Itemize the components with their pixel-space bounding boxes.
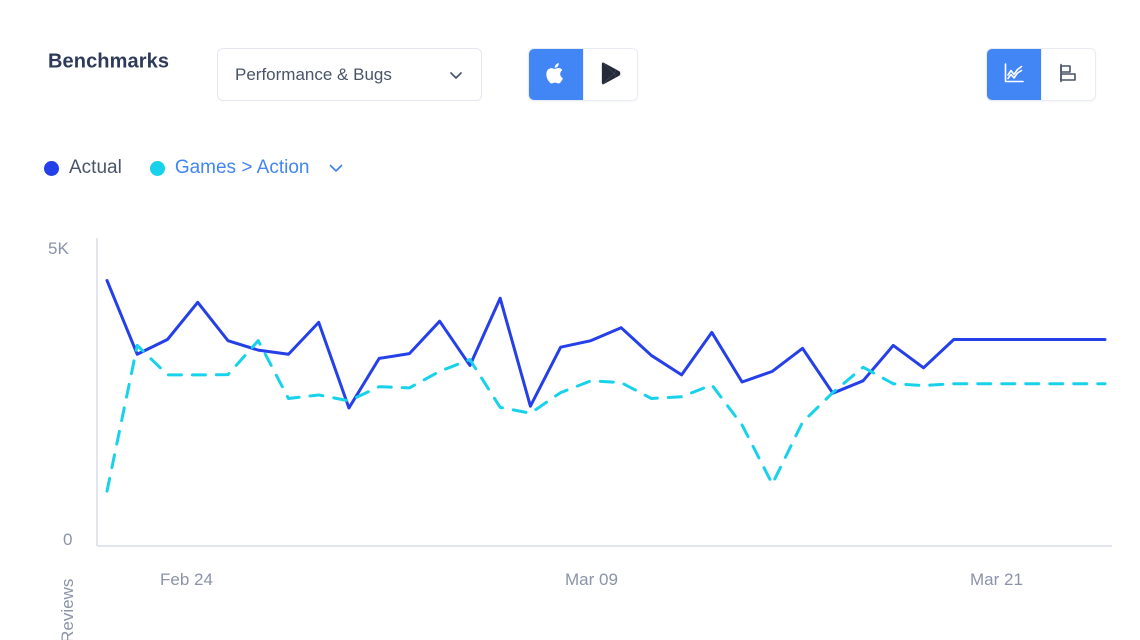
platform-toggle-android[interactable] bbox=[583, 49, 637, 100]
y-axis-tick-bottom: 0 bbox=[63, 530, 72, 550]
x-axis-tick-3: Mar 21 bbox=[970, 570, 1023, 590]
view-type-toggle bbox=[986, 48, 1096, 101]
apple-icon bbox=[545, 61, 567, 89]
legend-label-benchmark: Games > Action bbox=[175, 157, 310, 179]
category-select[interactable]: Performance & Bugs bbox=[217, 48, 482, 101]
benchmarks-page: Benchmarks Performance & Bugs bbox=[0, 0, 1140, 640]
legend-chevron-down-icon[interactable] bbox=[327, 159, 345, 177]
chevron-down-icon bbox=[448, 67, 464, 83]
legend-color-dot-benchmark bbox=[150, 161, 165, 176]
chart-series-line bbox=[107, 341, 1105, 491]
x-axis-tick-2: Mar 09 bbox=[565, 570, 618, 590]
y-axis-tick-top: 5K bbox=[48, 239, 69, 259]
page-title: Benchmarks bbox=[48, 51, 169, 74]
platform-toggle-ios[interactable] bbox=[529, 49, 583, 100]
google-play-icon bbox=[600, 61, 622, 89]
legend-color-dot-actual bbox=[44, 161, 59, 176]
x-axis-tick-1: Feb 24 bbox=[160, 570, 213, 590]
legend-label-actual: Actual bbox=[69, 157, 122, 179]
legend-item-actual[interactable]: Actual bbox=[44, 157, 122, 179]
chart-legend: Actual Games > Action bbox=[44, 152, 345, 184]
view-toggle-bar[interactable] bbox=[1041, 49, 1095, 100]
reviews-line-chart: Number of Reviews 5K 0 Feb 24 Mar 09 Mar… bbox=[0, 212, 1140, 640]
legend-item-benchmark[interactable]: Games > Action bbox=[150, 157, 310, 179]
line-chart-icon bbox=[1002, 61, 1026, 88]
platform-toggle bbox=[528, 48, 638, 101]
view-toggle-line[interactable] bbox=[987, 49, 1041, 100]
bar-chart-icon bbox=[1057, 61, 1081, 88]
category-select-value: Performance & Bugs bbox=[235, 65, 392, 85]
page-header: Benchmarks Performance & Bugs bbox=[0, 0, 1140, 120]
